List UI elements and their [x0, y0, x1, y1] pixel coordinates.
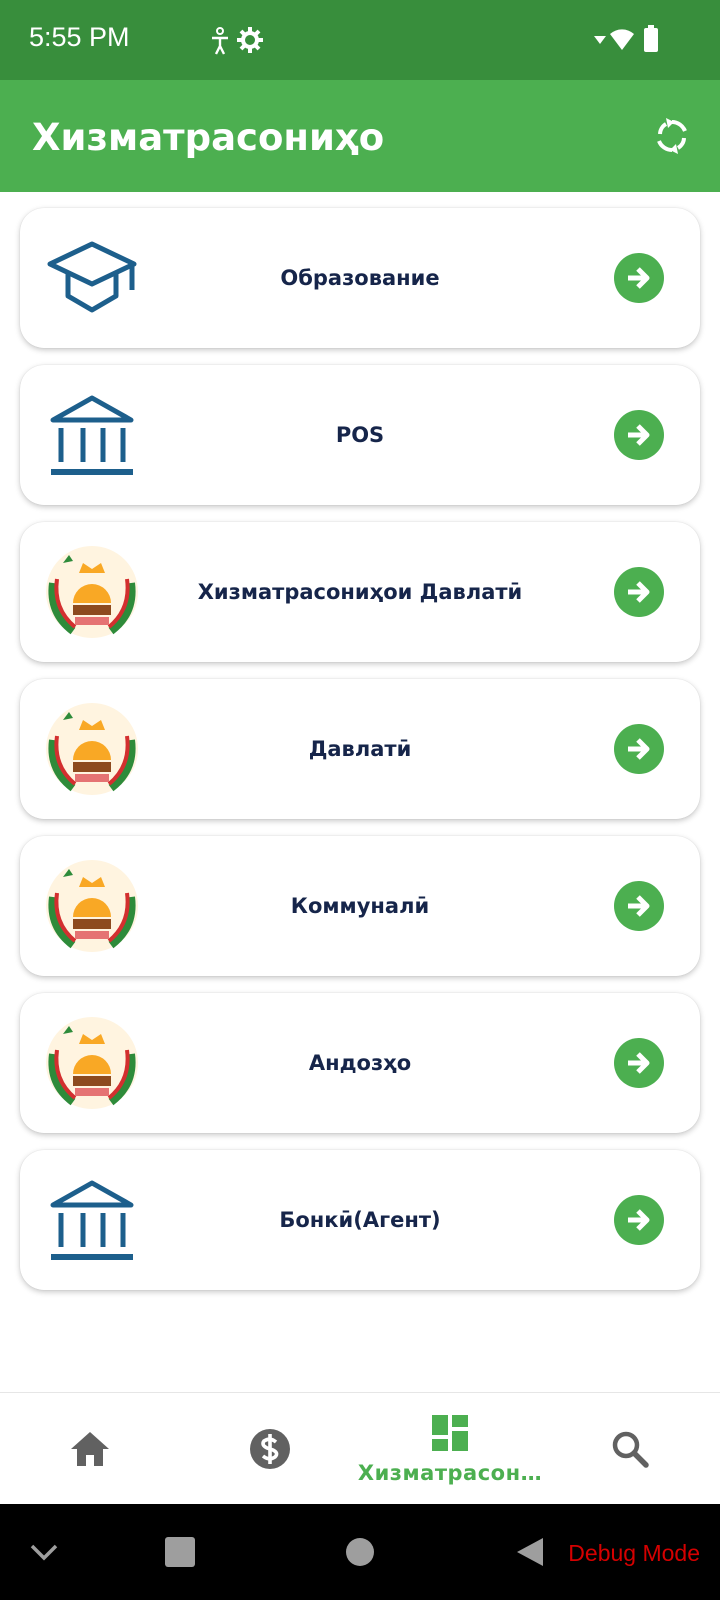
nav-payments[interactable]	[180, 1393, 360, 1505]
service-label: Бонкӣ(Агент)	[279, 1208, 441, 1232]
service-label: POS	[335, 423, 385, 447]
arrow-right-icon[interactable]	[614, 567, 664, 617]
service-label: Хизматрасониҳои Давлатӣ	[197, 580, 523, 604]
emblem-icon	[46, 1017, 138, 1109]
app-bar: Хизматрасониҳо	[0, 80, 720, 192]
arrow-right-icon[interactable]	[614, 1038, 664, 1088]
recents-button[interactable]	[160, 1532, 200, 1572]
nav-services-label: Хизматрасон…	[357, 1461, 543, 1485]
arrow-right-icon[interactable]	[614, 724, 664, 774]
dashboard-icon	[432, 1415, 468, 1451]
service-card-utilities[interactable]: Коммуналӣ	[20, 836, 700, 976]
emblem-icon	[46, 546, 138, 638]
emblem-icon	[46, 703, 138, 795]
back-button[interactable]	[510, 1532, 550, 1572]
service-label: Коммуналӣ	[290, 894, 430, 918]
collapse-button[interactable]	[24, 1532, 64, 1572]
nav-services[interactable]: Хизматрасон…	[357, 1393, 543, 1505]
service-card-bank-agent[interactable]: Бонкӣ(Агент)	[20, 1150, 700, 1290]
search-icon	[612, 1431, 649, 1468]
arrow-right-icon[interactable]	[614, 253, 664, 303]
arrow-right-icon[interactable]	[614, 881, 664, 931]
triangle-back-icon	[517, 1538, 543, 1566]
page-title: Хизматрасониҳо	[32, 116, 385, 159]
service-card-education[interactable]: Образование	[20, 208, 700, 348]
wifi-battery-icon	[594, 25, 658, 52]
system-navigation-bar: Debug Mode	[0, 1504, 720, 1600]
bank-icon	[50, 395, 134, 475]
service-label: Образование	[280, 266, 440, 290]
chevron-down-icon	[30, 1544, 58, 1561]
arrow-right-icon[interactable]	[614, 1195, 664, 1245]
debug-mode-label: Debug Mode	[568, 1540, 700, 1566]
status-bar: 5:55 PM	[0, 0, 720, 80]
emblem-icon	[46, 860, 138, 952]
bottom-navigation: Хизматрасон…	[0, 1392, 720, 1504]
nav-home[interactable]	[0, 1393, 180, 1505]
arrow-right-icon[interactable]	[614, 410, 664, 460]
home-system-button[interactable]	[340, 1532, 380, 1572]
circle-icon	[346, 1538, 374, 1566]
refresh-icon	[657, 118, 687, 154]
service-card-state[interactable]: Давлатӣ	[20, 679, 700, 819]
status-time: 5:55 PM	[29, 22, 130, 52]
dollar-icon	[250, 1429, 290, 1469]
bank-icon	[50, 1180, 134, 1260]
service-card-pos[interactable]: POS	[20, 365, 700, 505]
nav-search[interactable]	[540, 1393, 720, 1505]
square-icon	[165, 1537, 195, 1567]
service-card-government-services[interactable]: Хизматрасониҳои Давлатӣ	[20, 522, 700, 662]
service-label: Давлатӣ	[308, 737, 412, 761]
service-card-taxes[interactable]: Андозҳо	[20, 993, 700, 1133]
accessibility-settings-icon	[212, 27, 263, 55]
home-icon	[71, 1432, 109, 1466]
refresh-button[interactable]	[646, 110, 698, 162]
service-label: Андозҳо	[308, 1051, 412, 1075]
graduation-cap-icon	[47, 241, 137, 313]
